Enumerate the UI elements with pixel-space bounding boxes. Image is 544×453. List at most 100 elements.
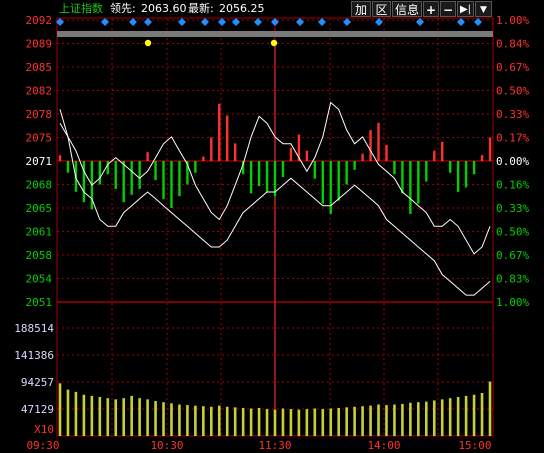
volume-bar xyxy=(281,408,285,436)
volume-bar xyxy=(377,404,380,436)
event-marker-icon[interactable] xyxy=(375,18,383,26)
volume-bar xyxy=(456,397,460,436)
diff-bar xyxy=(385,144,388,161)
volume-bar xyxy=(305,409,309,436)
time-tick-label: 11:30 xyxy=(258,439,291,452)
diff-bar xyxy=(313,161,317,179)
volume-bar xyxy=(369,405,372,436)
percent-tick-label: 1.00% xyxy=(496,296,529,309)
event-markers xyxy=(56,18,493,47)
event-marker-icon[interactable] xyxy=(232,18,240,26)
price-tick-label: 2085 xyxy=(26,61,53,74)
event-marker-icon[interactable] xyxy=(296,18,304,26)
event-marker-icon[interactable] xyxy=(318,18,326,26)
diff-bar xyxy=(289,147,293,161)
event-strip xyxy=(57,31,493,37)
price-tick-label: 2075 xyxy=(26,132,53,145)
diff-bar xyxy=(281,161,285,178)
diff-bar xyxy=(154,161,157,181)
volume-bar xyxy=(480,393,484,436)
diff-bar xyxy=(178,161,181,197)
diff-bar xyxy=(210,137,213,161)
volume-tick-label: 188514 xyxy=(14,322,54,335)
diff-bar xyxy=(58,155,62,161)
volume-bar xyxy=(257,407,261,436)
time-tick-label: 09:30 xyxy=(26,439,59,452)
event-marker-icon[interactable] xyxy=(178,18,186,26)
volume-bar xyxy=(225,406,229,436)
diff-bar xyxy=(202,156,205,161)
percent-tick-label: 1.00% xyxy=(496,14,529,27)
volume-bar xyxy=(217,405,221,436)
diff-bar xyxy=(226,115,229,161)
volume-tick-label: 47129 xyxy=(21,403,54,416)
diff-bar xyxy=(480,155,484,161)
diff-bar xyxy=(456,161,460,192)
volume-bar xyxy=(233,407,237,436)
diff-bar xyxy=(353,161,356,170)
volume-bar xyxy=(130,395,133,436)
event-marker-icon[interactable] xyxy=(218,18,226,26)
volume-bar xyxy=(178,404,181,436)
news-marker-icon[interactable] xyxy=(270,39,278,47)
volume-bar xyxy=(393,404,396,436)
volume-bar xyxy=(186,405,189,436)
event-marker-icon[interactable] xyxy=(457,18,465,26)
diff-bar xyxy=(106,161,109,175)
event-marker-icon[interactable] xyxy=(101,18,109,26)
percent-tick-label: 0.00% xyxy=(496,155,529,168)
volume-tick-label: 94257 xyxy=(21,376,54,389)
percent-tick-label: 0.33% xyxy=(496,202,529,215)
diff-bar xyxy=(337,161,340,201)
volume-bar xyxy=(448,398,452,436)
volume-bar xyxy=(353,406,356,436)
volume-bar xyxy=(409,402,412,436)
diff-bar xyxy=(377,122,380,161)
volume-bar xyxy=(361,406,364,436)
volume-bar xyxy=(440,399,444,436)
volume-bar xyxy=(417,402,420,436)
intraday-chart: 2092 2089 2085 2082 2078 2075 2071 2068 2065 2061… xyxy=(14,14,529,452)
diff-bar xyxy=(417,161,420,204)
diff-bar xyxy=(138,161,141,189)
news-marker-icon[interactable] xyxy=(144,39,152,47)
volume-bar xyxy=(321,409,325,436)
event-marker-icon[interactable] xyxy=(271,18,279,26)
volume-bar xyxy=(297,409,301,436)
diff-bar xyxy=(257,161,261,186)
volume-tick-label: 141386 xyxy=(14,349,54,362)
diff-bar xyxy=(194,161,197,173)
price-tick-label: 2092 xyxy=(26,14,53,27)
event-marker-icon[interactable] xyxy=(144,18,152,26)
volume-bar xyxy=(432,400,436,436)
price-tick-label: 2051 xyxy=(26,296,53,309)
diff-bar xyxy=(114,161,117,189)
volume-bar xyxy=(273,409,277,436)
volume-bar xyxy=(313,408,317,436)
volume-bar xyxy=(138,398,141,436)
event-marker-icon[interactable] xyxy=(254,18,262,26)
diff-bar xyxy=(409,161,412,214)
diff-bar xyxy=(130,161,133,195)
volume-bar xyxy=(170,403,173,436)
diff-bar xyxy=(218,103,221,161)
percent-tick-label: 0.50% xyxy=(496,85,529,98)
event-marker-icon[interactable] xyxy=(474,18,482,26)
event-marker-icon[interactable] xyxy=(129,18,137,26)
volume-bar xyxy=(464,395,468,436)
event-marker-icon[interactable] xyxy=(416,18,424,26)
diff-bar xyxy=(249,161,253,194)
event-marker-icon[interactable] xyxy=(343,18,351,26)
price-tick-label: 2071 xyxy=(26,155,53,168)
event-marker-icon[interactable] xyxy=(201,18,209,26)
percent-tick-label: 0.33% xyxy=(496,108,529,121)
diff-bar xyxy=(265,161,269,192)
price-tick-label: 2061 xyxy=(26,226,53,239)
diff-bar xyxy=(472,161,476,175)
price-tick-label: 2054 xyxy=(26,273,53,286)
diff-bar xyxy=(361,153,364,161)
axis-labels: 2092 2089 2085 2082 2078 2075 2071 2068 2065 2061… xyxy=(14,14,529,452)
volume-bar xyxy=(337,407,341,436)
volume-bar xyxy=(209,406,213,436)
percent-tick-label: 0.50% xyxy=(496,226,529,239)
